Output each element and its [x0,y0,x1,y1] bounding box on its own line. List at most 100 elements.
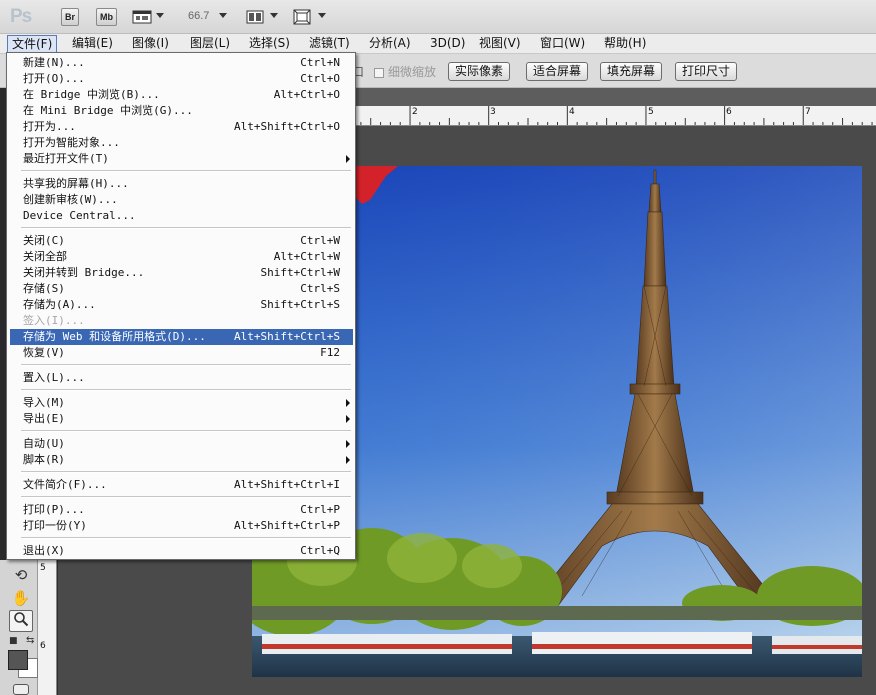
rotate-view-icon[interactable]: ⟲ [9,564,33,586]
default-colors-icon[interactable]: ■ [9,636,18,646]
menu-separator [21,389,351,391]
menu-filter[interactable]: 滤镜(T) [305,35,354,53]
file-menu-item[interactable]: 打开(O)... Ctrl+O [10,71,353,87]
file-menu-item[interactable]: 关闭(C) Ctrl+W [10,233,353,249]
bridge-button[interactable]: Br [61,8,79,26]
menu-item-label: 关闭全部 [23,250,67,263]
file-menu-item: 签入(I)... [10,313,353,329]
menu-item-shortcut: Shift+Ctrl+W [260,266,340,279]
submenu-arrow-icon [346,456,350,464]
horizontal-ruler[interactable]: 2 3 4 5 6 7 [355,106,876,126]
view-extras-dropdown-icon[interactable] [156,13,164,18]
menu-item-label: 共享我的屏幕(H)... [23,177,129,190]
quick-mask-icon[interactable] [13,684,29,695]
foreground-color-swatch[interactable] [8,650,28,670]
file-menu-item[interactable]: 打印(P)... Ctrl+P [10,502,353,518]
file-menu-item[interactable]: 存储为(A)... Shift+Ctrl+S [10,297,353,313]
menu-item-shortcut: F12 [320,346,340,359]
file-menu-item[interactable]: 打开为... Alt+Shift+Ctrl+O [10,119,353,135]
menu-item-label: 自动(U) [23,437,65,450]
vertical-ruler[interactable]: 5 6 [38,560,57,695]
screen-mode-icon[interactable] [292,8,312,26]
scrubby-zoom-checkbox[interactable] [374,68,384,78]
file-menu-item[interactable]: 恢复(V) F12 [10,345,353,361]
menu-item-label: 置入(L)... [23,371,85,384]
zoom-dropdown-icon[interactable] [219,13,227,18]
arrange-dropdown-icon[interactable] [270,13,278,18]
document-tab-bar[interactable] [355,88,876,106]
file-menu-item[interactable]: 导入(M) [10,395,353,411]
ruler-label: 7 [805,107,811,117]
menu-item-shortcut: Alt+Ctrl+W [273,250,340,263]
file-menu-item[interactable]: 打开为智能对象... [10,135,353,151]
ruler-label: 3 [490,107,496,117]
photoshop-logo: Ps [10,6,32,27]
menu-item-shortcut: Ctrl+N [300,56,340,69]
file-menu-item[interactable]: 最近打开文件(T) [10,151,353,167]
file-menu-item[interactable]: 置入(L)... [10,370,353,386]
application-bar: Ps Br Mb 66.7 [0,0,876,34]
menu-separator [21,170,351,172]
menu-item-label: 最近打开文件(T) [23,152,109,165]
file-menu-item[interactable]: 脚本(R) [10,452,353,468]
menu-item-label: 存储为(A)... [23,298,96,311]
file-menu-item[interactable]: 自动(U) [10,436,353,452]
menu-edit[interactable]: 编辑(E) [68,35,117,53]
menu-window[interactable]: 窗口(W) [536,35,589,53]
file-menu-item[interactable]: 在 Mini Bridge 中浏览(G)... [10,103,353,119]
screen-mode-dropdown-icon[interactable] [318,13,326,18]
menu-file[interactable]: 文件(F) [7,35,58,53]
file-menu-item[interactable]: 关闭并转到 Bridge... Shift+Ctrl+W [10,265,353,281]
actual-pixels-button[interactable]: 实际像素 [448,62,511,81]
menu-layer[interactable]: 图层(L) [186,35,234,53]
file-menu-item[interactable]: 创建新审核(W)... [10,192,353,208]
submenu-arrow-icon [346,155,350,163]
menu-item-shortcut: Alt+Shift+Ctrl+O [234,120,340,133]
red-leaf-shape [356,166,398,204]
zoom-tool-icon[interactable] [9,610,33,632]
menu-help[interactable]: 帮助(H) [600,35,650,53]
menu-image[interactable]: 图像(I) [128,35,173,53]
file-menu-item[interactable]: 导出(E) [10,411,353,427]
menu-item-label: 存储为 Web 和设备所用格式(D)... [23,330,206,343]
mini-bridge-button[interactable]: Mb [96,8,117,26]
menu-item-label: 存储(S) [23,282,65,295]
swap-colors-icon[interactable]: ⇆ [26,635,34,646]
menu-separator [21,430,351,432]
menu-analysis[interactable]: 分析(A) [365,35,415,53]
menu-item-label: 退出(X) [23,544,65,557]
menu-item-label: 恢复(V) [23,346,65,359]
menu-item-label: 打印(P)... [23,503,85,516]
menu-bar: 文件(F) 编辑(E) 图像(I) 图层(L) 选择(S) 滤镜(T) 分析(A… [0,34,876,54]
file-menu-item[interactable]: 新建(N)... Ctrl+N [10,55,353,71]
print-size-button[interactable]: 打印尺寸 [675,62,738,81]
file-menu-item[interactable]: 共享我的屏幕(H)... [10,176,353,192]
menu-view[interactable]: 视图(V) [475,35,525,53]
ruler-label: 4 [569,107,575,117]
menu-separator [21,364,351,366]
menu-item-shortcut: Alt+Shift+Ctrl+P [234,519,340,532]
view-extras-icon[interactable] [132,8,152,26]
file-menu-item[interactable]: 在 Bridge 中浏览(B)... Alt+Ctrl+O [10,87,353,103]
file-menu-item[interactable]: Device Central... [10,208,353,224]
arrange-documents-icon[interactable] [245,8,265,26]
menu-select[interactable]: 选择(S) [245,35,294,53]
fill-screen-button[interactable]: 填充屏幕 [600,62,663,81]
fit-screen-button[interactable]: 适合屏幕 [526,62,589,81]
file-menu-item[interactable]: 存储为 Web 和设备所用格式(D)... Alt+Shift+Ctrl+S [10,329,353,345]
file-menu-item[interactable]: 退出(X) Ctrl+Q [10,543,353,559]
file-menu-dropdown: 新建(N)... Ctrl+N 打开(O)... Ctrl+O 在 Bridge 中浏览… [6,52,356,560]
menu-separator [21,227,351,229]
file-menu-item[interactable]: 关闭全部 Alt+Ctrl+W [10,249,353,265]
file-menu-item[interactable]: 文件简介(F)... Alt+Shift+Ctrl+I [10,477,353,493]
file-menu-item[interactable]: 存储(S) Ctrl+S [10,281,353,297]
zoom-level[interactable]: 66.7 [188,10,209,22]
menu-separator [21,471,351,473]
menu-3d[interactable]: 3D(D) [426,35,469,53]
file-menu-item[interactable]: 打印一份(Y) Alt+Shift+Ctrl+P [10,518,353,534]
hand-tool-icon[interactable]: ✋ [9,587,33,609]
menu-item-label: 打印一份(Y) [23,519,87,532]
menu-item-shortcut: Ctrl+Q [300,544,340,557]
menu-separator [21,496,351,498]
ruler-label: 5 [40,563,46,573]
